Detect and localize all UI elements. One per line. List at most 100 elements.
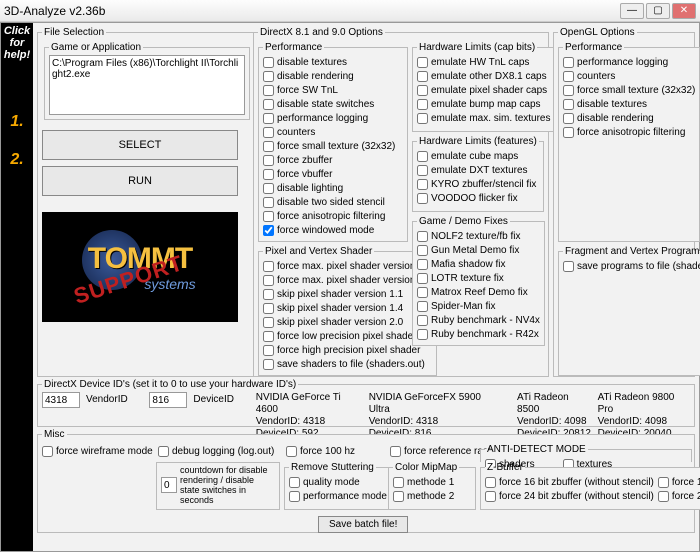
checkbox-item[interactable]: force small texture (32x32): [263, 139, 403, 153]
dx-hwcap-group: Hardware Limits (cap bits) emulate HW Tn…: [412, 42, 555, 132]
gl-fvp-legend: Fragment and Vertex Programs: [563, 246, 700, 257]
deviceid-input[interactable]: [149, 392, 187, 408]
checkbox-item[interactable]: Spider-Man fix: [417, 299, 540, 313]
checkbox-item[interactable]: force small texture (32x32): [563, 83, 695, 97]
checkbox-item[interactable]: skip pixel shader version 2.0: [263, 315, 432, 329]
vendorid-input[interactable]: [42, 392, 80, 408]
checkbox-item[interactable]: force low precision pixel shader: [263, 329, 432, 343]
minimize-button[interactable]: —: [620, 3, 644, 19]
checkbox-item[interactable]: disable rendering: [563, 111, 695, 125]
antidetect-legend: ANTI-DETECT MODE: [485, 444, 588, 455]
checkbox-item[interactable]: force anisotropic filtering: [263, 209, 403, 223]
close-button[interactable]: ✕: [672, 3, 696, 19]
game-app-group: Game or Application C:\Program Files (x8…: [44, 42, 250, 120]
checkbox-item[interactable]: disable lighting: [263, 181, 403, 195]
color-mipmap-group: Color MipMap methode 1methode 2: [388, 462, 476, 510]
countdown-group: countdown for disable rendering / disabl…: [156, 462, 280, 510]
checkbox-item[interactable]: emulate other DX8.1 caps: [417, 69, 550, 83]
checkbox-item[interactable]: emulate bump map caps: [417, 97, 550, 111]
checkbox-item[interactable]: emulate cube maps: [417, 149, 539, 163]
checkbox-item[interactable]: disable state switches: [263, 97, 403, 111]
cm-legend: Color MipMap: [393, 462, 459, 473]
device-ids-group: DirectX Device ID's (set it to 0 to use …: [37, 379, 695, 427]
checkbox-item[interactable]: disable rendering: [263, 69, 403, 83]
countdown-input[interactable]: [161, 477, 177, 493]
zbuffer-group: Z-Buffer force 16 bit zbuffer (without s…: [480, 462, 700, 510]
remove-stuttering-group: Remove Stuttering quality modeperformanc…: [284, 462, 392, 510]
checkbox-item[interactable]: methode 1: [393, 475, 471, 489]
checkbox-item[interactable]: force zbuffer: [263, 153, 403, 167]
checkbox-item[interactable]: performance mode: [289, 489, 387, 503]
directx-group: DirectX 8.1 and 9.0 Options Performance …: [253, 27, 549, 377]
checkbox-item[interactable]: performance logging: [563, 55, 695, 69]
checkbox-item[interactable]: disable two sided stencil: [263, 195, 403, 209]
checkbox-item[interactable]: force windowed mode: [263, 223, 403, 237]
checkbox-item[interactable]: counters: [563, 69, 695, 83]
checkbox-item[interactable]: VOODOO flicker fix: [417, 191, 539, 205]
checkbox-item[interactable]: emulate max. sim. textures: [417, 111, 550, 125]
game-app-legend: Game or Application: [49, 42, 143, 53]
checkbox-item[interactable]: save programs to file (shaders.out): [563, 259, 700, 273]
checkbox-item[interactable]: emulate DXT textures: [417, 163, 539, 177]
checkbox-item[interactable]: emulate pixel shader caps: [417, 83, 550, 97]
refrast-checkbox[interactable]: force reference rast.: [390, 444, 493, 458]
file-path-input[interactable]: C:\Program Files (x86)\Torchlight II\Tor…: [49, 55, 245, 115]
checkbox-item[interactable]: force 24 bit zbuffer (without stencil): [485, 489, 654, 503]
checkbox-item[interactable]: force high precision pixel shader: [263, 343, 432, 357]
main-panel: File Selection Game or Application C:\Pr…: [33, 23, 699, 551]
checkbox-item[interactable]: force anisotropic filtering: [563, 125, 695, 139]
checkbox-item[interactable]: disable textures: [263, 55, 403, 69]
window-title: 3D-Analyze v2.36b: [4, 4, 618, 18]
dx-perf-legend: Performance: [263, 42, 324, 53]
gl-fvp-group: Fragment and Vertex Programs save progra…: [558, 246, 700, 376]
logo: TOMMT systems SUPPORT: [42, 212, 238, 322]
dx-hwfeat-group: Hardware Limits (features) emulate cube …: [412, 136, 544, 212]
file-selection-legend: File Selection: [42, 27, 106, 38]
checkbox-item[interactable]: force SW TnL: [263, 83, 403, 97]
checkbox-item[interactable]: quality mode: [289, 475, 387, 489]
checkbox-item[interactable]: save shaders to file (shaders.out): [263, 357, 432, 371]
checkbox-item[interactable]: disable textures: [563, 97, 695, 111]
help-sidebar[interactable]: Click for help! 1. 2.: [1, 23, 33, 551]
checkbox-item[interactable]: force vbuffer: [263, 167, 403, 181]
gl-perf-legend: Performance: [563, 42, 624, 53]
dx-gamefix-group: Game / Demo Fixes NOLF2 texture/fb fixGu…: [412, 216, 545, 346]
file-selection-group: File Selection Game or Application C:\Pr…: [37, 27, 257, 377]
opengl-group: OpenGL Options Performance performance l…: [553, 27, 695, 377]
dx-shader-group: Pixel and Vertex Shader force max. pixel…: [258, 246, 437, 376]
save-batch-button[interactable]: Save batch file!: [318, 516, 408, 533]
checkbox-item[interactable]: force max. pixel shader version 1.1: [263, 259, 432, 273]
misc-group: Misc force wireframe mode debug logging …: [37, 429, 695, 533]
checkbox-item[interactable]: force 16 bit zbuffer (without stencil): [485, 475, 654, 489]
wireframe-checkbox[interactable]: force wireframe mode: [42, 444, 153, 458]
checkbox-item[interactable]: force max. pixel shader version 1.4: [263, 273, 432, 287]
step-2-label: 2.: [10, 151, 23, 169]
checkbox-item[interactable]: force 16 bit zbuffer (with stencil): [658, 475, 700, 489]
checkbox-item[interactable]: emulate HW TnL caps: [417, 55, 550, 69]
checkbox-item[interactable]: skip pixel shader version 1.1: [263, 287, 432, 301]
checkbox-item[interactable]: Matrox Reef Demo fix: [417, 285, 540, 299]
antidetect-group: ANTI-DETECT MODE shaders textures: [480, 444, 692, 462]
dx-pvs-legend: Pixel and Vertex Shader: [263, 246, 374, 257]
select-button[interactable]: SELECT: [42, 130, 238, 160]
checkbox-item[interactable]: force 24 bit zbuffer (with stencil): [658, 489, 700, 503]
checkbox-item[interactable]: counters: [263, 125, 403, 139]
vendorid-label: VendorID: [86, 394, 128, 405]
debug-log-checkbox[interactable]: debug logging (log.out): [158, 444, 274, 458]
checkbox-item[interactable]: methode 2: [393, 489, 471, 503]
checkbox-item[interactable]: Ruby benchmark - R42x: [417, 327, 540, 341]
checkbox-item[interactable]: LOTR texture fix: [417, 271, 540, 285]
checkbox-item[interactable]: KYRO zbuffer/stencil fix: [417, 177, 539, 191]
checkbox-item[interactable]: performance logging: [263, 111, 403, 125]
run-button[interactable]: RUN: [42, 166, 238, 196]
rs-legend: Remove Stuttering: [289, 462, 376, 473]
checkbox-item[interactable]: Ruby benchmark - NV4x: [417, 313, 540, 327]
maximize-button[interactable]: ▢: [646, 3, 670, 19]
checkbox-item[interactable]: Gun Metal Demo fix: [417, 243, 540, 257]
dx-performance-group: Performance disable texturesdisable rend…: [258, 42, 408, 242]
force-100hz-checkbox[interactable]: force 100 hz: [286, 444, 355, 458]
zbuffer-legend: Z-Buffer: [485, 462, 525, 473]
checkbox-item[interactable]: NOLF2 texture/fb fix: [417, 229, 540, 243]
checkbox-item[interactable]: skip pixel shader version 1.4: [263, 301, 432, 315]
checkbox-item[interactable]: Mafia shadow fix: [417, 257, 540, 271]
